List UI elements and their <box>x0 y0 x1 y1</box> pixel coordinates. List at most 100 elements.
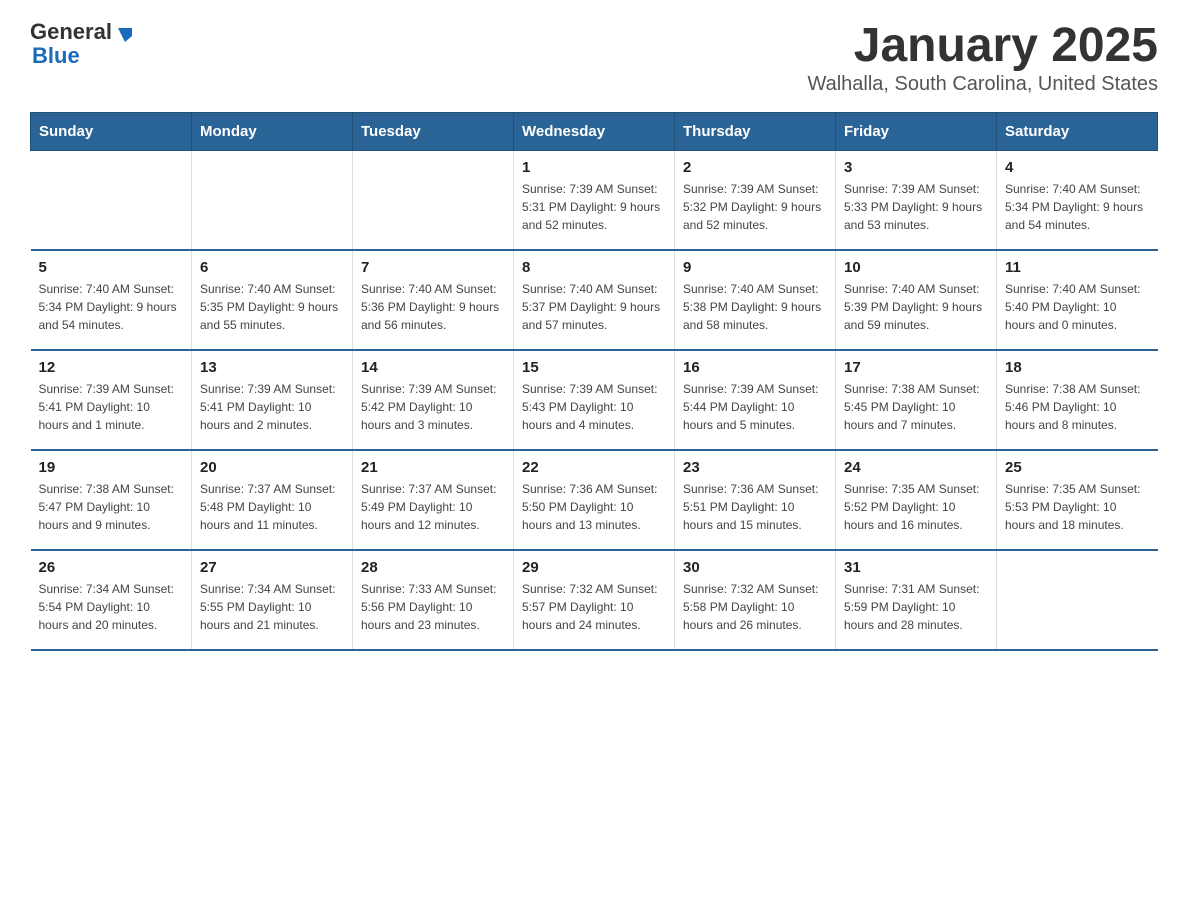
header-sunday: Sunday <box>31 112 192 150</box>
calendar-cell: 8 Sunrise: 7:40 AM Sunset: 5:37 PM Daylig… <box>514 250 675 350</box>
day-info: Sunrise: 7:36 AM Sunset: 5:50 PM Dayligh… <box>522 480 666 534</box>
calendar-cell: 14 Sunrise: 7:39 AM Sunset: 5:42 PM Dayli… <box>353 350 514 450</box>
calendar-cell: 1 Sunrise: 7:39 AM Sunset: 5:31 PM Daylig… <box>514 150 675 250</box>
calendar-cell: 29Sunrise: 7:32 AM Sunset: 5:57 PM Dayli… <box>514 550 675 650</box>
header-saturday: Saturday <box>997 112 1158 150</box>
calendar-cell: 16 Sunrise: 7:39 AM Sunset: 5:44 PM Dayli… <box>675 350 836 450</box>
day-number: 18 <box>1005 359 1150 376</box>
calendar-cell: 18 Sunrise: 7:38 AM Sunset: 5:46 PM Dayli… <box>997 350 1158 450</box>
day-number: 15 <box>522 359 666 376</box>
day-info: Sunrise: 7:38 AM Sunset: 5:45 PM Dayligh… <box>844 380 988 434</box>
logo: General Blue <box>30 20 136 68</box>
calendar-cell <box>192 150 353 250</box>
day-number: 14 <box>361 359 505 376</box>
calendar-cell: 23 Sunrise: 7:36 AM Sunset: 5:51 PM Dayli… <box>675 450 836 550</box>
header-wednesday: Wednesday <box>514 112 675 150</box>
day-number: 13 <box>200 359 344 376</box>
title-block: January 2025 Walhalla, South Carolina, U… <box>807 20 1158 96</box>
calendar-cell <box>997 550 1158 650</box>
day-number: 16 <box>683 359 827 376</box>
day-number: 27 <box>200 559 344 576</box>
day-number: 8 <box>522 259 666 276</box>
calendar-header-row: SundayMondayTuesdayWednesdayThursdayFrid… <box>31 112 1158 150</box>
calendar-cell: 3 Sunrise: 7:39 AM Sunset: 5:33 PM Daylig… <box>836 150 997 250</box>
day-number: 24 <box>844 459 988 476</box>
day-number: 6 <box>200 259 344 276</box>
calendar-cell: 30Sunrise: 7:32 AM Sunset: 5:58 PM Dayli… <box>675 550 836 650</box>
calendar-cell: 31Sunrise: 7:31 AM Sunset: 5:59 PM Dayli… <box>836 550 997 650</box>
calendar-table: SundayMondayTuesdayWednesdayThursdayFrid… <box>30 112 1158 652</box>
day-info: Sunrise: 7:40 AM Sunset: 5:34 PM Dayligh… <box>1005 180 1150 234</box>
calendar-cell: 27Sunrise: 7:34 AM Sunset: 5:55 PM Dayli… <box>192 550 353 650</box>
calendar-cell: 21 Sunrise: 7:37 AM Sunset: 5:49 PM Dayli… <box>353 450 514 550</box>
day-info: Sunrise: 7:39 AM Sunset: 5:44 PM Dayligh… <box>683 380 827 434</box>
day-info: Sunrise: 7:39 AM Sunset: 5:32 PM Dayligh… <box>683 180 827 234</box>
day-number: 3 <box>844 159 988 176</box>
calendar-cell: 15 Sunrise: 7:39 AM Sunset: 5:43 PM Dayli… <box>514 350 675 450</box>
calendar-cell: 9 Sunrise: 7:40 AM Sunset: 5:38 PM Daylig… <box>675 250 836 350</box>
calendar-cell: 17Sunrise: 7:38 AM Sunset: 5:45 PM Dayli… <box>836 350 997 450</box>
calendar-cell: 2Sunrise: 7:39 AM Sunset: 5:32 PM Daylig… <box>675 150 836 250</box>
page-header: General Blue January 2025 Walhalla, Sout… <box>30 20 1158 96</box>
day-number: 22 <box>522 459 666 476</box>
calendar-cell: 6 Sunrise: 7:40 AM Sunset: 5:35 PM Daylig… <box>192 250 353 350</box>
day-number: 9 <box>683 259 827 276</box>
week-row-3: 19 Sunrise: 7:38 AM Sunset: 5:47 PM Dayli… <box>31 450 1158 550</box>
day-number: 26 <box>39 559 184 576</box>
day-info: Sunrise: 7:35 AM Sunset: 5:53 PM Dayligh… <box>1005 480 1150 534</box>
day-info: Sunrise: 7:39 AM Sunset: 5:43 PM Dayligh… <box>522 380 666 434</box>
calendar-cell: 26 Sunrise: 7:34 AM Sunset: 5:54 PM Dayli… <box>31 550 192 650</box>
day-info: Sunrise: 7:40 AM Sunset: 5:34 PM Dayligh… <box>39 280 184 334</box>
day-number: 4 <box>1005 159 1150 176</box>
calendar-cell: 22 Sunrise: 7:36 AM Sunset: 5:50 PM Dayli… <box>514 450 675 550</box>
day-info: Sunrise: 7:40 AM Sunset: 5:40 PM Dayligh… <box>1005 280 1150 334</box>
day-info: Sunrise: 7:40 AM Sunset: 5:38 PM Dayligh… <box>683 280 827 334</box>
day-info: Sunrise: 7:40 AM Sunset: 5:37 PM Dayligh… <box>522 280 666 334</box>
day-number: 23 <box>683 459 827 476</box>
calendar-cell: 12 Sunrise: 7:39 AM Sunset: 5:41 PM Dayli… <box>31 350 192 450</box>
day-number: 5 <box>39 259 184 276</box>
day-info: Sunrise: 7:32 AM Sunset: 5:58 PM Dayligh… <box>683 580 827 634</box>
calendar-cell: 11Sunrise: 7:40 AM Sunset: 5:40 PM Dayli… <box>997 250 1158 350</box>
day-info: Sunrise: 7:38 AM Sunset: 5:47 PM Dayligh… <box>39 480 184 534</box>
day-info: Sunrise: 7:39 AM Sunset: 5:31 PM Dayligh… <box>522 180 666 234</box>
day-info: Sunrise: 7:40 AM Sunset: 5:39 PM Dayligh… <box>844 280 988 334</box>
calendar-cell: 7Sunrise: 7:40 AM Sunset: 5:36 PM Daylig… <box>353 250 514 350</box>
week-row-0: 1 Sunrise: 7:39 AM Sunset: 5:31 PM Daylig… <box>31 150 1158 250</box>
calendar-cell <box>353 150 514 250</box>
day-number: 19 <box>39 459 184 476</box>
location-text: Walhalla, South Carolina, United States <box>807 73 1158 96</box>
day-number: 28 <box>361 559 505 576</box>
day-number: 12 <box>39 359 184 376</box>
day-info: Sunrise: 7:40 AM Sunset: 5:35 PM Dayligh… <box>200 280 344 334</box>
week-row-4: 26 Sunrise: 7:34 AM Sunset: 5:54 PM Dayli… <box>31 550 1158 650</box>
header-monday: Monday <box>192 112 353 150</box>
calendar-cell: 20Sunrise: 7:37 AM Sunset: 5:48 PM Dayli… <box>192 450 353 550</box>
day-info: Sunrise: 7:35 AM Sunset: 5:52 PM Dayligh… <box>844 480 988 534</box>
day-info: Sunrise: 7:39 AM Sunset: 5:42 PM Dayligh… <box>361 380 505 434</box>
calendar-cell: 19 Sunrise: 7:38 AM Sunset: 5:47 PM Dayli… <box>31 450 192 550</box>
calendar-cell: 25Sunrise: 7:35 AM Sunset: 5:53 PM Dayli… <box>997 450 1158 550</box>
calendar-cell: 24 Sunrise: 7:35 AM Sunset: 5:52 PM Dayli… <box>836 450 997 550</box>
day-info: Sunrise: 7:37 AM Sunset: 5:49 PM Dayligh… <box>361 480 505 534</box>
day-number: 21 <box>361 459 505 476</box>
logo-general-text: General <box>30 20 112 44</box>
day-number: 1 <box>522 159 666 176</box>
day-info: Sunrise: 7:38 AM Sunset: 5:46 PM Dayligh… <box>1005 380 1150 434</box>
week-row-1: 5 Sunrise: 7:40 AM Sunset: 5:34 PM Daylig… <box>31 250 1158 350</box>
day-info: Sunrise: 7:39 AM Sunset: 5:41 PM Dayligh… <box>39 380 184 434</box>
header-friday: Friday <box>836 112 997 150</box>
header-tuesday: Tuesday <box>353 112 514 150</box>
calendar-cell: 28 Sunrise: 7:33 AM Sunset: 5:56 PM Dayli… <box>353 550 514 650</box>
day-info: Sunrise: 7:39 AM Sunset: 5:33 PM Dayligh… <box>844 180 988 234</box>
day-info: Sunrise: 7:34 AM Sunset: 5:54 PM Dayligh… <box>39 580 184 634</box>
day-info: Sunrise: 7:32 AM Sunset: 5:57 PM Dayligh… <box>522 580 666 634</box>
day-info: Sunrise: 7:33 AM Sunset: 5:56 PM Dayligh… <box>361 580 505 634</box>
day-info: Sunrise: 7:36 AM Sunset: 5:51 PM Dayligh… <box>683 480 827 534</box>
day-info: Sunrise: 7:37 AM Sunset: 5:48 PM Dayligh… <box>200 480 344 534</box>
day-info: Sunrise: 7:31 AM Sunset: 5:59 PM Dayligh… <box>844 580 988 634</box>
day-info: Sunrise: 7:40 AM Sunset: 5:36 PM Dayligh… <box>361 280 505 334</box>
calendar-cell: 10 Sunrise: 7:40 AM Sunset: 5:39 PM Dayli… <box>836 250 997 350</box>
day-number: 10 <box>844 259 988 276</box>
logo-arrow-icon <box>114 22 136 44</box>
